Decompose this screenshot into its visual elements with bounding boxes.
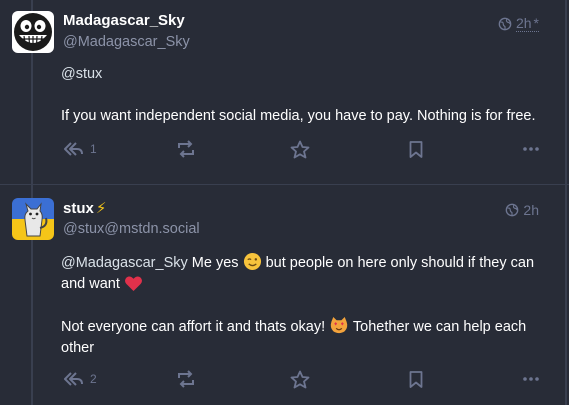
star-icon [290,370,310,389]
boost-icon [178,140,194,158]
post-time[interactable]: 2h [523,202,539,218]
avatar[interactable] [12,198,54,240]
winking-face-emoji-icon [243,252,261,271]
favourite-button[interactable] [290,370,310,389]
reply-count: 2 [90,372,97,386]
post-content: @Madagascar_Sky Me yes but people on her… [61,252,541,380]
cat-on-flag-avatar-icon [12,198,54,240]
mention-link[interactable]: @stux [61,66,102,82]
avatar[interactable] [12,11,54,53]
boost-button[interactable] [176,140,196,158]
reply-all-icon [64,372,83,386]
globe-icon [506,203,519,217]
star-icon [290,140,310,159]
boost-icon [178,370,194,388]
reply-button[interactable]: 1 [62,140,97,158]
favourite-button[interactable] [290,140,310,159]
display-name[interactable]: Madagascar_Sky [63,12,185,29]
more-button[interactable] [522,370,540,388]
ellipsis-icon [523,147,539,151]
globe-icon [498,17,512,30]
ellipsis-icon [523,377,539,381]
status-post[interactable]: Madagascar_Sky @Madagascar_Sky 2h * @stux… [0,0,569,185]
post-text-line2-a: Not everyone can affort it and thats oka… [61,319,330,335]
edited-marker: * [533,15,539,31]
reply-count: 1 [90,142,97,156]
status-post[interactable]: stux ⚡ @stux@mstdn.social 2h @Madagascar_… [0,185,569,405]
post-time-value: 2h [515,15,532,31]
account-handle[interactable]: @stux@mstdn.social [63,221,200,237]
cat-with-heart-eyes-emoji-icon [330,316,348,334]
post-text-line1-a: Me yes [187,255,243,271]
bookmark-button[interactable] [408,140,424,159]
display-name-text: stux [63,200,94,217]
action-bar: 2 [62,370,542,394]
bookmark-icon [409,371,423,388]
grinning-face-avatar-icon [12,11,54,53]
reply-all-icon [64,142,83,156]
bookmark-button[interactable] [408,370,424,389]
action-bar: 1 [62,140,542,164]
lightning-emoji: ⚡ [95,200,107,217]
mention-link[interactable]: @Madagascar_Sky [61,255,188,271]
post-time[interactable]: 2h * [515,15,539,32]
post-text: If you want independent social media, yo… [61,108,536,124]
red-heart-emoji-icon [124,276,142,292]
bookmark-icon [409,141,423,158]
more-button[interactable] [522,140,540,158]
post-content: @stux If you want independent social med… [61,64,541,148]
reply-button[interactable]: 2 [62,370,97,388]
post-meta[interactable]: 2h [505,202,539,218]
post-meta[interactable]: 2h * [498,15,539,32]
boost-button[interactable] [176,370,196,388]
display-name[interactable]: stux ⚡ [63,199,106,217]
account-handle[interactable]: @Madagascar_Sky [63,34,190,50]
